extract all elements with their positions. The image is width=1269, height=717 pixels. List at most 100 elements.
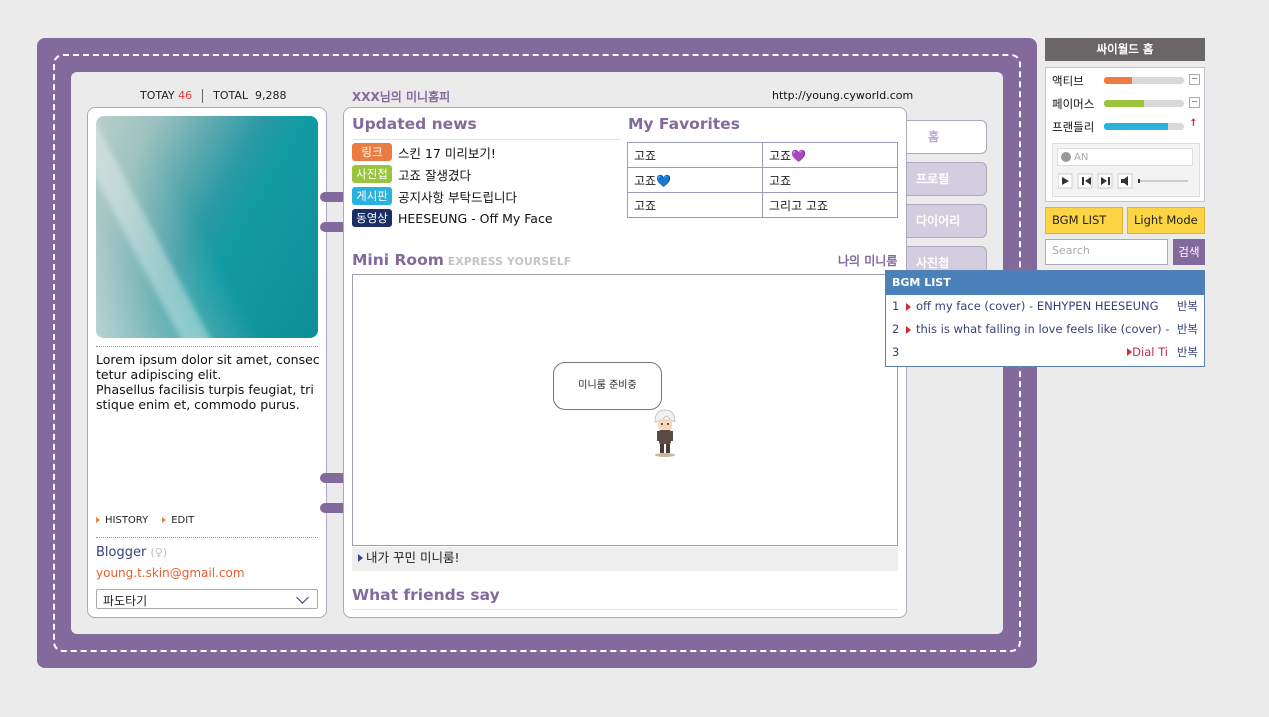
surf-select[interactable]: 파도타기	[96, 589, 318, 609]
divider	[352, 609, 898, 610]
tab-home[interactable]: 홈	[903, 120, 987, 154]
player-controls[interactable]	[1058, 173, 1198, 189]
news-tag: 동영상	[352, 209, 392, 227]
track-number: 2	[892, 322, 900, 336]
chevron-down-icon	[296, 591, 309, 604]
search-button[interactable]: 검색	[1173, 239, 1205, 265]
stat-label: 액티브	[1052, 74, 1084, 88]
player-display: AN	[1057, 148, 1193, 166]
blogger-name: Blogger	[96, 545, 147, 560]
stat-label: 페이머스	[1052, 97, 1095, 111]
news-item[interactable]: 링크 스킨 17 미리보기!	[352, 141, 622, 163]
friendly-bar	[1104, 123, 1184, 130]
repeat-button[interactable]: 반복	[1177, 295, 1198, 318]
favorite-cell[interactable]: 고죠💜	[762, 142, 898, 168]
cyworld-home-title[interactable]: 싸이월드 홈	[1045, 38, 1205, 61]
news-text: 공지사항 부탁드립니다	[398, 189, 517, 205]
visit-counter: TOTAY 46 TOTAL 9,288	[140, 89, 287, 103]
tab-profile[interactable]: 프로필	[903, 162, 987, 196]
blogger-name-row: Blogger (♀)	[96, 545, 167, 560]
bar-fill	[1104, 77, 1132, 84]
bgm-list-button[interactable]: BGM LIST	[1045, 207, 1123, 234]
news-text: 스킨 17 미리보기!	[398, 145, 496, 161]
disc-icon	[1061, 152, 1071, 162]
table-row: 고죠 고죠💜	[627, 142, 898, 168]
tab-label: 사진첩	[916, 256, 950, 270]
track-title-text: Dial Ti	[1132, 345, 1168, 359]
history-links: HISTORY EDIT	[96, 515, 194, 526]
tab-diary[interactable]: 다이어리	[903, 204, 987, 238]
miniroom-footer: 내가 꾸민 미니룸!	[352, 547, 898, 571]
total-label: TOTAL	[213, 89, 249, 102]
miniroom-title: Mini Room	[352, 251, 444, 269]
gender-icon: (♀)	[150, 546, 168, 559]
edit-link[interactable]: EDIT	[162, 515, 194, 526]
stat-label: 프랜들리	[1052, 120, 1095, 134]
news-text: 고죠 잘생겼다	[398, 167, 471, 183]
news-list: 링크 스킨 17 미리보기! 사진첩 고죠 잘생겼다 게시판 공지사항 부탁드립…	[352, 141, 622, 229]
favorites-title: My Favorites	[628, 115, 740, 133]
profile-intro: Lorem ipsum dolor sit amet, consectetur …	[96, 352, 320, 412]
minus-icon[interactable]: −	[1189, 97, 1200, 108]
famous-bar	[1104, 100, 1184, 107]
player-text: AN	[1074, 152, 1089, 163]
tab-label: 다이어리	[916, 214, 961, 228]
news-item[interactable]: 동영상 HEESEUNG - Off My Face	[352, 207, 622, 229]
favorite-cell[interactable]: 고죠	[762, 167, 898, 193]
news-tag: 사진첩	[352, 165, 392, 183]
news-title: Updated news	[352, 115, 477, 133]
counter-divider	[202, 89, 204, 103]
avatar[interactable]	[651, 408, 679, 461]
tab-label: 홈	[928, 130, 940, 144]
track-title[interactable]: Dial Ti	[1127, 341, 1168, 364]
list-item[interactable]: 2 this is what falling in love feels lik…	[886, 318, 1204, 341]
arrow-right-icon	[358, 554, 363, 562]
bgm-list-title: BGM LIST	[886, 271, 1204, 295]
track-title[interactable]: off my face (cover) - ENHYPEN HEESEUNG	[906, 295, 1171, 318]
favorite-cell[interactable]: 고죠	[627, 142, 763, 168]
repeat-button[interactable]: 반복	[1177, 341, 1198, 364]
table-row: 고죠💙 고죠	[627, 167, 898, 193]
miniroom-footer-text: 내가 꾸민 미니룸!	[366, 550, 460, 565]
music-player: AN	[1052, 143, 1200, 197]
list-item[interactable]: 1 off my face (cover) - ENHYPEN HEESEUNG…	[886, 295, 1204, 318]
email[interactable]: young.t.skin@gmail.com	[96, 566, 245, 580]
bar-fill	[1104, 123, 1168, 130]
today-value: 46	[178, 89, 193, 102]
history-link[interactable]: HISTORY	[96, 515, 148, 526]
bgm-list-popup: BGM LIST 1 off my face (cover) - ENHYPEN…	[885, 270, 1205, 367]
favorites-table: 고죠 고죠💜 고죠💙 고죠 고죠 그리고 고죠	[627, 142, 898, 218]
repeat-button[interactable]: 반복	[1177, 318, 1198, 341]
miniroom-header: Mini Room EXPRESS YOURSELF	[352, 251, 571, 269]
friends-title: What friends say	[352, 586, 500, 604]
miniroom-stage	[352, 274, 898, 546]
miniroom-subtitle: EXPRESS YOURSELF	[447, 255, 572, 268]
my-miniroom-link[interactable]: 나의 미니룸	[838, 252, 897, 269]
light-mode-button[interactable]: Light Mode	[1127, 207, 1205, 234]
status-box: 액티브 − 페이머스 − 프랜들리 ↑ AN	[1045, 67, 1205, 202]
news-item[interactable]: 사진첩 고죠 잘생겼다	[352, 163, 622, 185]
favorite-cell[interactable]: 고죠	[627, 192, 763, 218]
track-title[interactable]: this is what falling in love feels like …	[906, 318, 1171, 341]
favorite-cell[interactable]: 그리고 고죠	[762, 192, 898, 218]
news-item[interactable]: 게시판 공지사항 부탁드립니다	[352, 185, 622, 207]
bar-fill	[1104, 100, 1144, 107]
speech-bubble: 미니룸 준비중	[553, 362, 662, 410]
today-label: TOTAY	[140, 89, 175, 102]
favorite-cell[interactable]: 고죠💙	[627, 167, 763, 193]
homepage-url[interactable]: http://young.cyworld.com	[772, 89, 913, 102]
profile-photo	[96, 116, 318, 338]
divider	[352, 139, 620, 140]
minus-icon[interactable]: −	[1189, 74, 1200, 85]
arrow-up-icon[interactable]: ↑	[1189, 119, 1198, 129]
page-title: XXX님의 미니홈피	[352, 90, 451, 104]
search-input[interactable]: Search	[1045, 239, 1168, 265]
active-bar	[1104, 77, 1184, 84]
total-value: 9,288	[255, 89, 287, 102]
news-tag: 게시판	[352, 187, 392, 205]
list-item[interactable]: 3 Dial Ti 반복	[886, 341, 1204, 364]
table-row: 고죠 그리고 고죠	[627, 192, 898, 218]
track-number: 3	[892, 345, 900, 359]
news-tag: 링크	[352, 143, 392, 161]
track-number: 1	[892, 299, 900, 313]
